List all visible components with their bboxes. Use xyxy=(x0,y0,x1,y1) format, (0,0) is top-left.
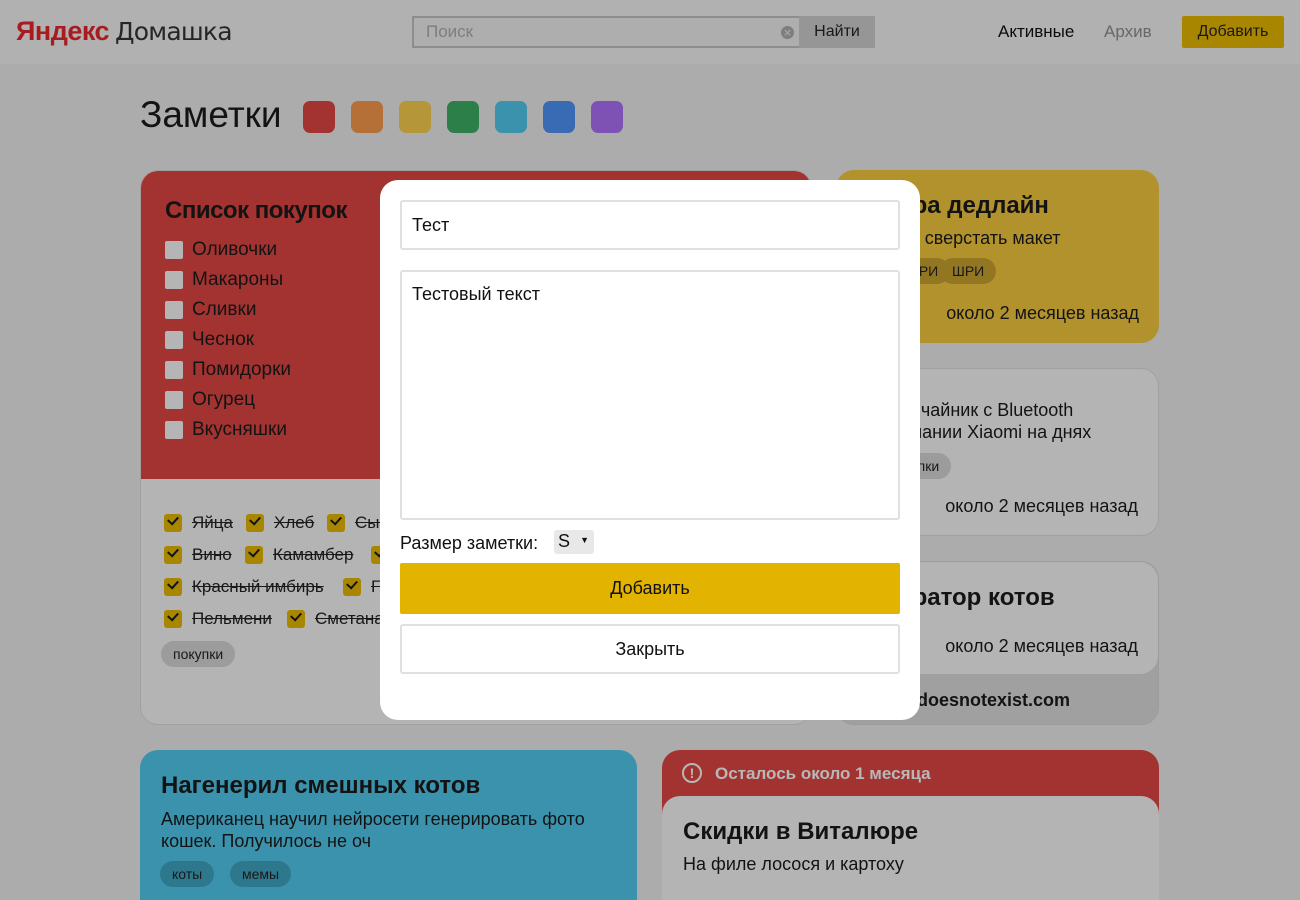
add-note-modal: Тестовый текст Размер заметки: S ▼ Добав… xyxy=(380,180,920,720)
size-label: Размер заметки: xyxy=(400,533,539,553)
note-text-input[interactable]: Тестовый текст xyxy=(400,270,900,520)
note-title-input[interactable] xyxy=(400,200,900,250)
dropdown-arrow-icon: ▼ xyxy=(580,535,589,545)
close-button[interactable]: Закрыть xyxy=(400,624,900,674)
size-select[interactable]: S ▼ xyxy=(554,530,594,554)
size-value: S xyxy=(558,531,571,551)
submit-button[interactable]: Добавить xyxy=(400,563,900,614)
